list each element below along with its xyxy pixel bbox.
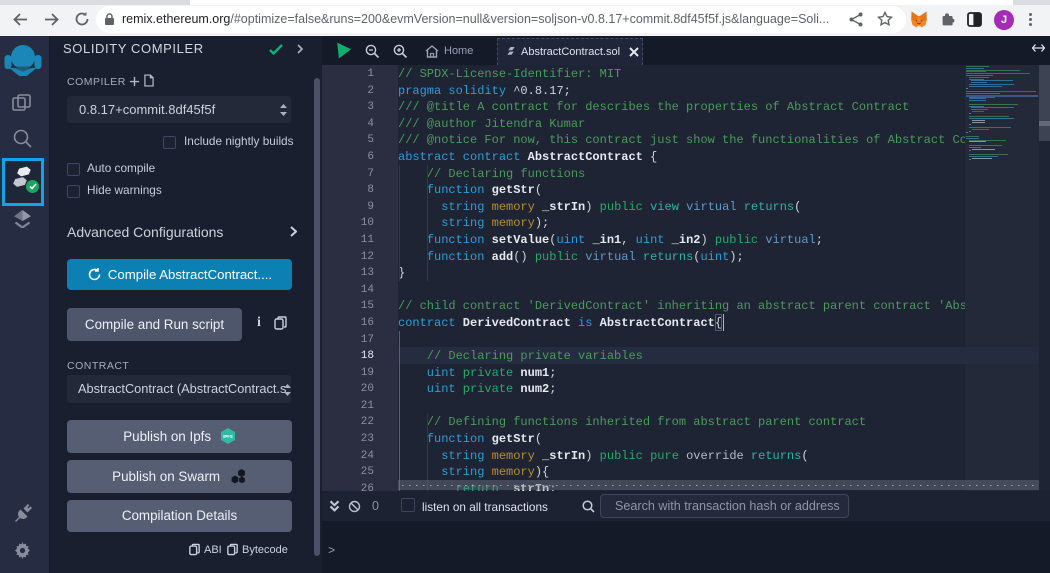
svg-text:IPFS: IPFS [223, 434, 233, 439]
